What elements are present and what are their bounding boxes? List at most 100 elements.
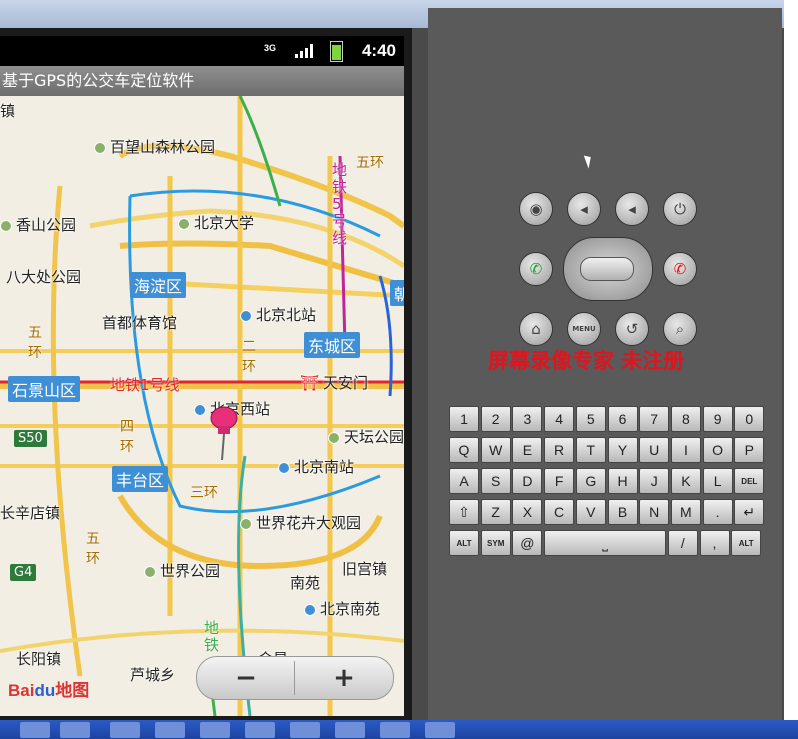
- park-icon: [94, 141, 106, 154]
- keyboard-key[interactable]: DEL: [734, 468, 765, 494]
- keyboard-key[interactable]: P: [734, 437, 765, 463]
- zoom-out-button[interactable]: −: [197, 657, 295, 699]
- keyboard-key[interactable]: 6: [607, 406, 638, 432]
- subway-line-1-label: 地铁1号线: [110, 376, 180, 394]
- place-label: 八大处公园: [6, 268, 82, 286]
- baidu-map-logo: Baidu地图: [8, 681, 90, 700]
- keyboard-key[interactable]: 2: [480, 406, 511, 432]
- keyboard-key[interactable]: B: [607, 499, 638, 525]
- keyboard-key[interactable]: 5: [575, 406, 606, 432]
- taskbar-app-button[interactable]: [60, 722, 90, 738]
- keyboard-key[interactable]: M: [670, 499, 701, 525]
- dpad-center-button[interactable]: [580, 257, 634, 281]
- search-icon[interactable]: ⌕: [663, 312, 697, 346]
- place-label: 北京南苑: [304, 598, 380, 619]
- keyboard-key[interactable]: O: [702, 437, 733, 463]
- place-label: 天坛公园: [328, 426, 404, 447]
- keyboard-key[interactable]: G: [575, 468, 606, 494]
- camera-icon[interactable]: ◉: [519, 192, 553, 226]
- keyboard-key[interactable]: .: [702, 499, 733, 525]
- map-view[interactable]: 镇 百望山森林公园 香山公园 北京大学 八大处公园 首都体育馆 北京北站 北京西…: [0, 96, 404, 716]
- volume-down-icon[interactable]: ◂: [567, 192, 601, 226]
- taskbar-app-button[interactable]: [290, 722, 320, 738]
- keyboard-key[interactable]: E: [512, 437, 543, 463]
- keyboard-key[interactable]: Y: [607, 437, 638, 463]
- keyboard-key[interactable]: ,: [699, 530, 730, 556]
- end-call-icon[interactable]: ✆: [663, 252, 697, 286]
- place-label: 南苑: [290, 574, 321, 592]
- highway-s50-badge: S50: [14, 430, 47, 447]
- keyboard-key[interactable]: Z: [480, 499, 511, 525]
- keyboard-key[interactable]: ↵: [734, 499, 765, 525]
- emulator-keyboard: 1 2 3 4 5 6 7 8 9 0 Q W E R T Y U I O P A S D F G H J K L DEL ⇧ Z X C V B N M…: [449, 406, 766, 560]
- keyboard-key[interactable]: ⎵: [544, 530, 667, 556]
- keyboard-key[interactable]: Q: [449, 437, 479, 463]
- taskbar-app-button[interactable]: [380, 722, 410, 738]
- keyboard-key[interactable]: V: [575, 499, 606, 525]
- highway-g4-badge: G4: [10, 564, 37, 581]
- keyboard-key[interactable]: A: [449, 468, 479, 494]
- keyboard-key[interactable]: ALT: [731, 530, 762, 556]
- ring-road-label: 五环: [356, 155, 384, 171]
- taskbar-app-button[interactable]: [110, 722, 140, 738]
- keyboard-key[interactable]: H: [607, 468, 638, 494]
- location-pin-icon[interactable]: [206, 404, 240, 464]
- keyboard-key[interactable]: T: [575, 437, 606, 463]
- home-icon[interactable]: ⌂: [519, 312, 553, 346]
- place-label: 世界公园: [144, 560, 220, 581]
- call-icon[interactable]: ✆: [519, 252, 553, 286]
- district-label: 东城区: [304, 332, 361, 358]
- place-label: 芦城乡: [130, 666, 176, 684]
- keyboard-key[interactable]: ⇧: [449, 499, 479, 525]
- volume-up-icon[interactable]: ◂: [615, 192, 649, 226]
- place-label: 长辛店镇: [0, 504, 61, 522]
- keyboard-key[interactable]: X: [512, 499, 543, 525]
- keyboard-key[interactable]: 0: [734, 406, 765, 432]
- recorder-watermark: 屏幕录像专家 未注册: [488, 348, 685, 373]
- keyboard-key[interactable]: /: [667, 530, 698, 556]
- place-label: 长阳镇: [16, 650, 62, 668]
- back-icon[interactable]: ↺: [615, 312, 649, 346]
- taskbar-app-button[interactable]: [200, 722, 230, 738]
- district-label: 石景山区: [8, 376, 81, 402]
- keyboard-key[interactable]: F: [544, 468, 575, 494]
- subway-line-label: 地铁: [204, 619, 220, 654]
- taskbar-app-button[interactable]: [155, 722, 185, 738]
- keyboard-key[interactable]: 4: [544, 406, 575, 432]
- keyboard-key[interactable]: W: [480, 437, 511, 463]
- keyboard-key[interactable]: 9: [702, 406, 733, 432]
- keyboard-key[interactable]: @: [512, 530, 543, 556]
- park-icon: [328, 431, 340, 444]
- zoom-in-button[interactable]: +: [295, 657, 393, 699]
- taskbar-app-button[interactable]: [20, 722, 50, 738]
- taskbar-app-button[interactable]: [335, 722, 365, 738]
- keyboard-key[interactable]: S: [480, 468, 511, 494]
- keyboard-key[interactable]: 7: [639, 406, 670, 432]
- keyboard-key[interactable]: 1: [449, 406, 479, 432]
- taskbar-app-button[interactable]: [245, 722, 275, 738]
- ring-road-label: 五环: [28, 325, 42, 361]
- keyboard-key[interactable]: SYM: [480, 530, 511, 556]
- place-label: 镇: [0, 102, 16, 120]
- signal-icon: [295, 44, 313, 58]
- keyboard-key[interactable]: R: [544, 437, 575, 463]
- keyboard-key[interactable]: I: [670, 437, 701, 463]
- keyboard-key[interactable]: K: [670, 468, 701, 494]
- keyboard-key[interactable]: L: [702, 468, 733, 494]
- keyboard-key[interactable]: 8: [670, 406, 701, 432]
- keyboard-key[interactable]: ALT: [449, 530, 479, 556]
- taskbar-app-button[interactable]: [425, 722, 455, 738]
- clock: 4:40: [361, 41, 396, 60]
- subway-line-5-label: 地铁5号线: [332, 161, 348, 247]
- keyboard-key[interactable]: N: [639, 499, 670, 525]
- keyboard-key[interactable]: J: [639, 468, 670, 494]
- power-icon[interactable]: ⏻: [663, 192, 697, 226]
- keyboard-key[interactable]: 3: [512, 406, 543, 432]
- keyboard-key[interactable]: C: [544, 499, 575, 525]
- keyboard-key[interactable]: U: [639, 437, 670, 463]
- status-bar: 3G 4:40: [0, 36, 404, 66]
- menu-icon[interactable]: MENU: [567, 312, 601, 346]
- keyboard-key[interactable]: D: [512, 468, 543, 494]
- zoom-control: − +: [196, 656, 394, 700]
- district-label: 朝: [390, 280, 404, 306]
